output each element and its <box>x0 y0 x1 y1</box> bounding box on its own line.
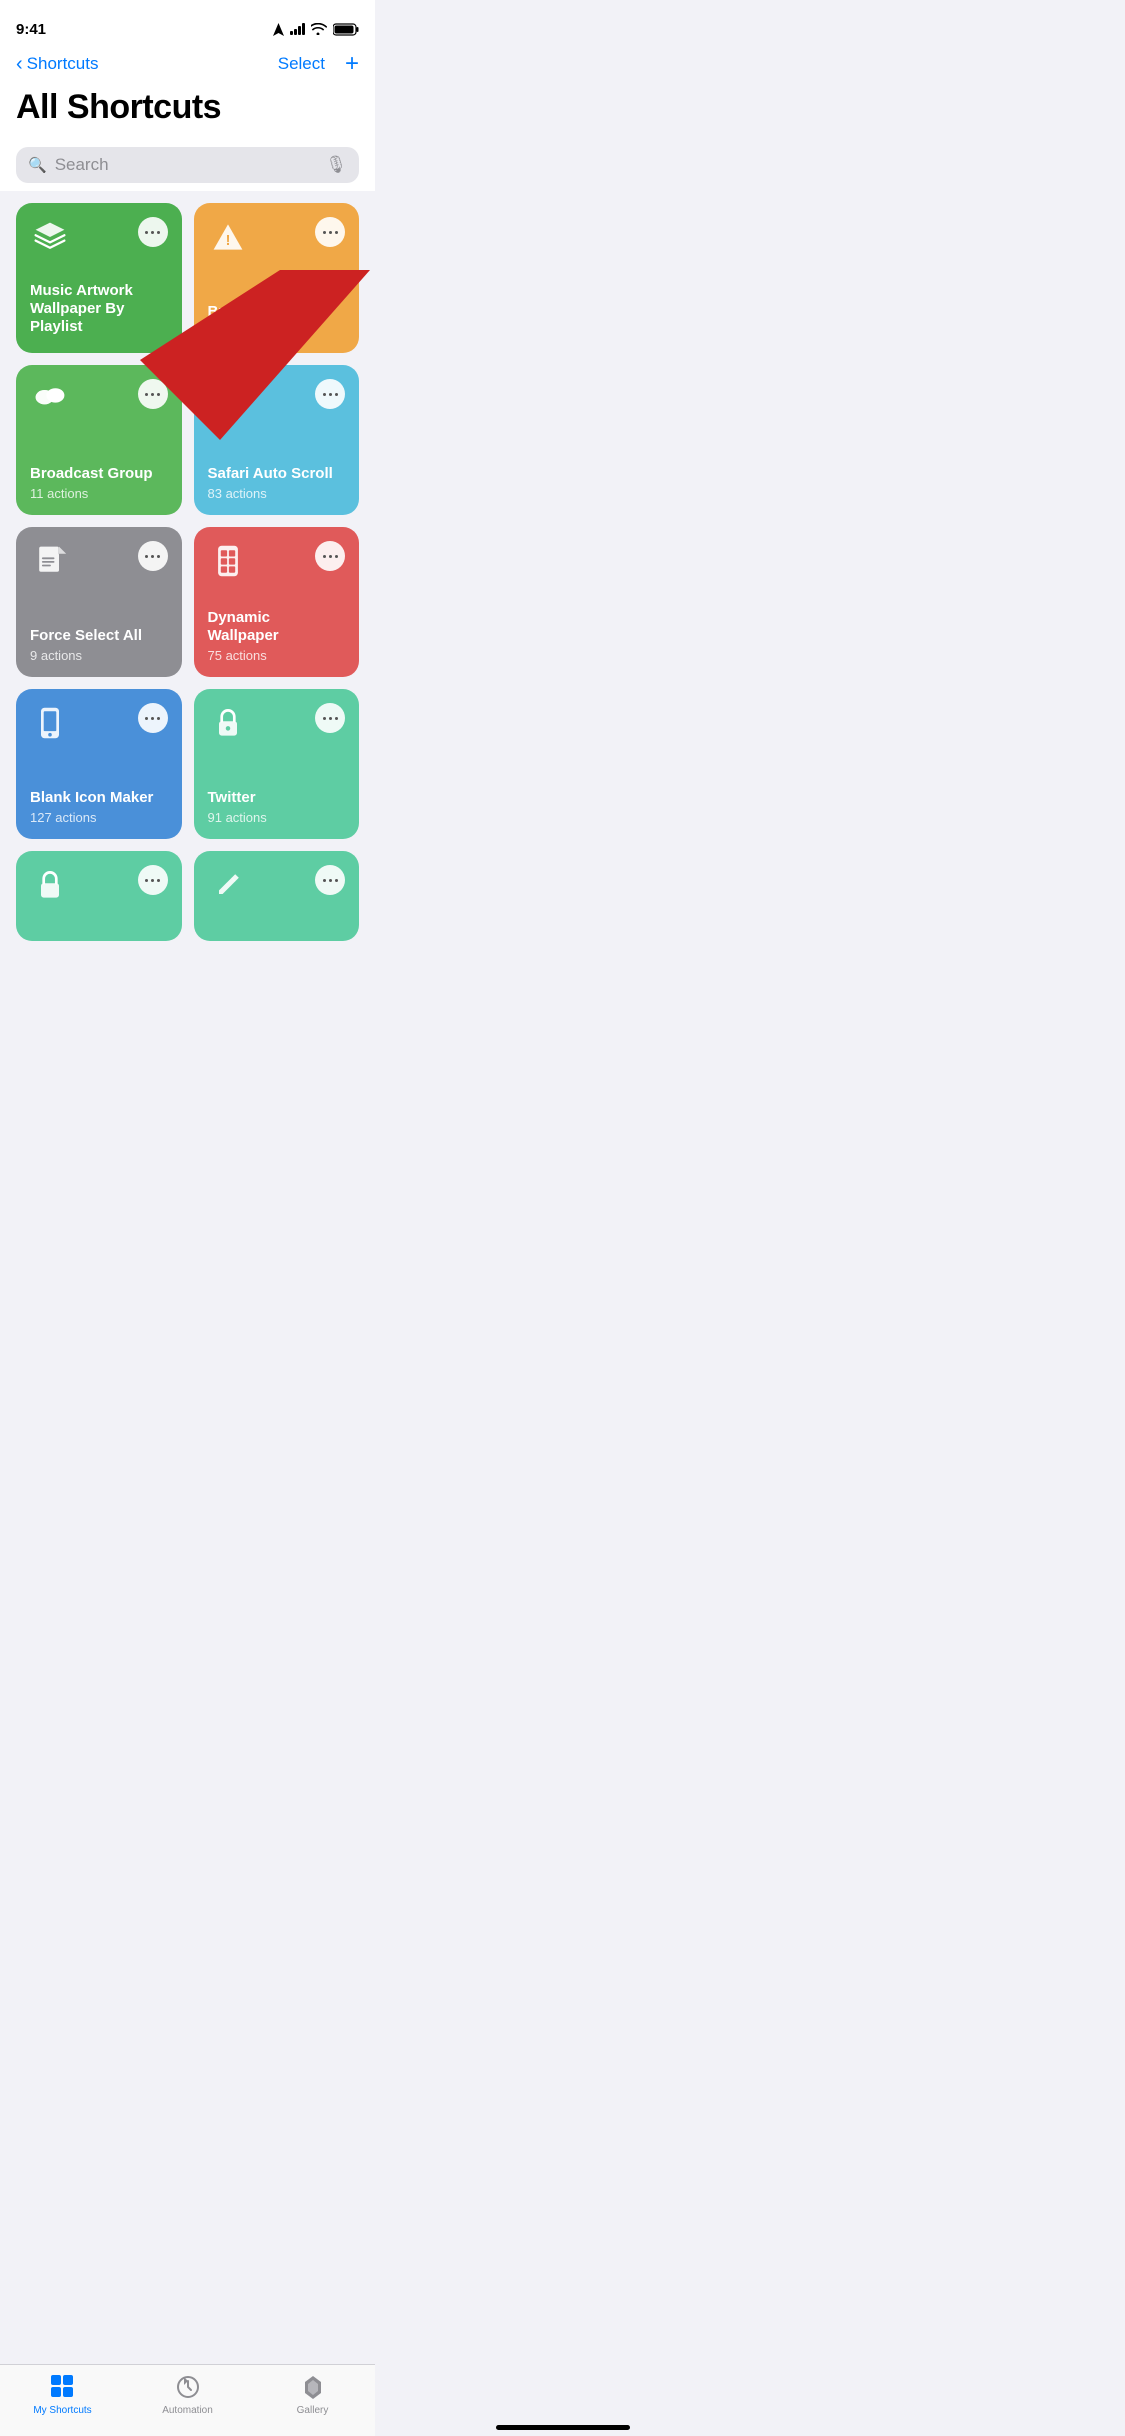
chat-bubbles-icon <box>30 379 70 419</box>
card-subtitle: 83 actions <box>208 486 346 501</box>
chevron-left-icon: ‹ <box>16 53 23 76</box>
card-title: Safari Auto Scroll <box>208 465 346 483</box>
shortcut-card-force-select-all[interactable]: Force Select All 9 actions <box>16 527 182 677</box>
three-dots-icon <box>145 393 160 396</box>
partial-cards-row <box>0 851 375 941</box>
home-indicator <box>496 2425 630 2430</box>
shortcut-card-broadcast-group[interactable]: Broadcast Group 11 actions <box>16 365 182 515</box>
card-menu-button[interactable] <box>138 217 168 247</box>
browser-icon <box>208 379 248 419</box>
card-menu-button[interactable] <box>315 865 345 895</box>
card-subtitle: 127 actions <box>30 810 168 825</box>
three-dots-icon <box>323 393 338 396</box>
status-icons <box>273 23 359 36</box>
card-subtitle: 75 actions <box>208 648 346 663</box>
nav-actions: Select + <box>278 52 359 76</box>
three-dots-icon <box>323 555 338 558</box>
card-title: Music Artwork Wallpaper By Playlist <box>30 282 168 336</box>
my-shortcuts-icon <box>49 2373 77 2401</box>
card-menu-button[interactable] <box>138 703 168 733</box>
automation-icon <box>174 2373 202 2401</box>
phone-grid-icon <box>208 541 248 581</box>
signal-bars-icon <box>290 23 305 35</box>
three-dots-icon <box>145 879 160 882</box>
card-title: Blank Icon Maker <box>30 789 168 807</box>
shortcut-card-bulk-resize[interactable]: ! Bulk Resize 22 actions <box>194 203 360 353</box>
wifi-icon <box>311 23 327 35</box>
shortcut-card-safari-auto-scroll[interactable]: Safari Auto Scroll 83 actions <box>194 365 360 515</box>
card-menu-button[interactable] <box>315 541 345 571</box>
tab-automation-label: Automation <box>162 2405 213 2416</box>
shortcut-card-partial-1[interactable] <box>16 851 182 941</box>
layers-icon <box>30 217 70 257</box>
tab-my-shortcuts[interactable]: My Shortcuts <box>23 2373 103 2416</box>
back-button[interactable]: ‹ Shortcuts <box>16 53 98 76</box>
three-dots-icon <box>145 555 160 558</box>
card-menu-button[interactable] <box>315 217 345 247</box>
document-icon <box>30 541 70 581</box>
card-menu-button[interactable] <box>138 541 168 571</box>
shortcut-card-blank-icon-maker[interactable]: Blank Icon Maker 127 actions <box>16 689 182 839</box>
select-button[interactable]: Select <box>278 54 325 74</box>
shortcut-card-twitter[interactable]: Twitter 91 actions <box>194 689 360 839</box>
card-subtitle: 22 actions <box>208 324 346 339</box>
tab-gallery-label: Gallery <box>297 2405 329 2416</box>
search-bar-container: 🔍 Search 🎙 <box>0 139 375 191</box>
svg-text:!: ! <box>225 233 230 249</box>
card-menu-button[interactable] <box>315 703 345 733</box>
search-icon: 🔍 <box>28 156 47 174</box>
back-label: Shortcuts <box>27 54 99 74</box>
lock-icon <box>30 865 70 905</box>
card-subtitle: 11 actions <box>30 486 168 501</box>
shortcut-card-dynamic-wallpaper[interactable]: Dynamic Wallpaper 75 actions <box>194 527 360 677</box>
card-menu-button[interactable] <box>315 379 345 409</box>
card-title: Broadcast Group <box>30 465 168 483</box>
shortcut-card-music-artwork[interactable]: Music Artwork Wallpaper By Playlist <box>16 203 182 353</box>
card-subtitle: 9 actions <box>30 648 168 663</box>
card-subtitle: 91 actions <box>208 810 346 825</box>
tab-automation[interactable]: Automation <box>148 2373 228 2416</box>
three-dots-icon <box>145 231 160 234</box>
battery-icon <box>333 23 359 36</box>
three-dots-icon <box>323 879 338 882</box>
warning-icon: ! <box>208 217 248 257</box>
search-placeholder: Search <box>55 155 318 175</box>
card-title: Force Select All <box>30 627 168 645</box>
status-bar: 9:41 <box>0 0 375 44</box>
card-menu-button[interactable] <box>138 379 168 409</box>
tab-gallery[interactable]: Gallery <box>273 2373 353 2416</box>
phone-icon <box>30 703 70 743</box>
card-title: Dynamic Wallpaper <box>208 609 346 645</box>
three-dots-icon <box>145 717 160 720</box>
add-shortcut-button[interactable]: + <box>345 52 359 76</box>
location-icon <box>273 23 284 36</box>
page-title: All Shortcuts <box>16 88 359 127</box>
card-menu-button[interactable] <box>138 865 168 895</box>
search-input[interactable]: 🔍 Search 🎙 <box>16 147 359 183</box>
pencil-icon <box>208 865 248 905</box>
nav-bar: ‹ Shortcuts Select + <box>0 44 375 84</box>
shortcuts-grid: Music Artwork Wallpaper By Playlist ! <box>0 191 375 851</box>
card-title: Bulk Resize <box>208 303 346 321</box>
microphone-icon[interactable]: 🎙 <box>325 155 347 175</box>
tab-my-shortcuts-label: My Shortcuts <box>33 2405 91 2416</box>
card-title: Twitter <box>208 789 346 807</box>
page-title-section: All Shortcuts <box>0 84 375 139</box>
status-time: 9:41 <box>16 21 46 38</box>
shortcut-card-partial-2[interactable] <box>194 851 360 941</box>
lock-icon <box>208 703 248 743</box>
tab-bar: My Shortcuts Automation Gallery <box>0 2364 375 2436</box>
three-dots-icon <box>323 231 338 234</box>
gallery-icon <box>299 2373 327 2401</box>
three-dots-icon <box>323 717 338 720</box>
